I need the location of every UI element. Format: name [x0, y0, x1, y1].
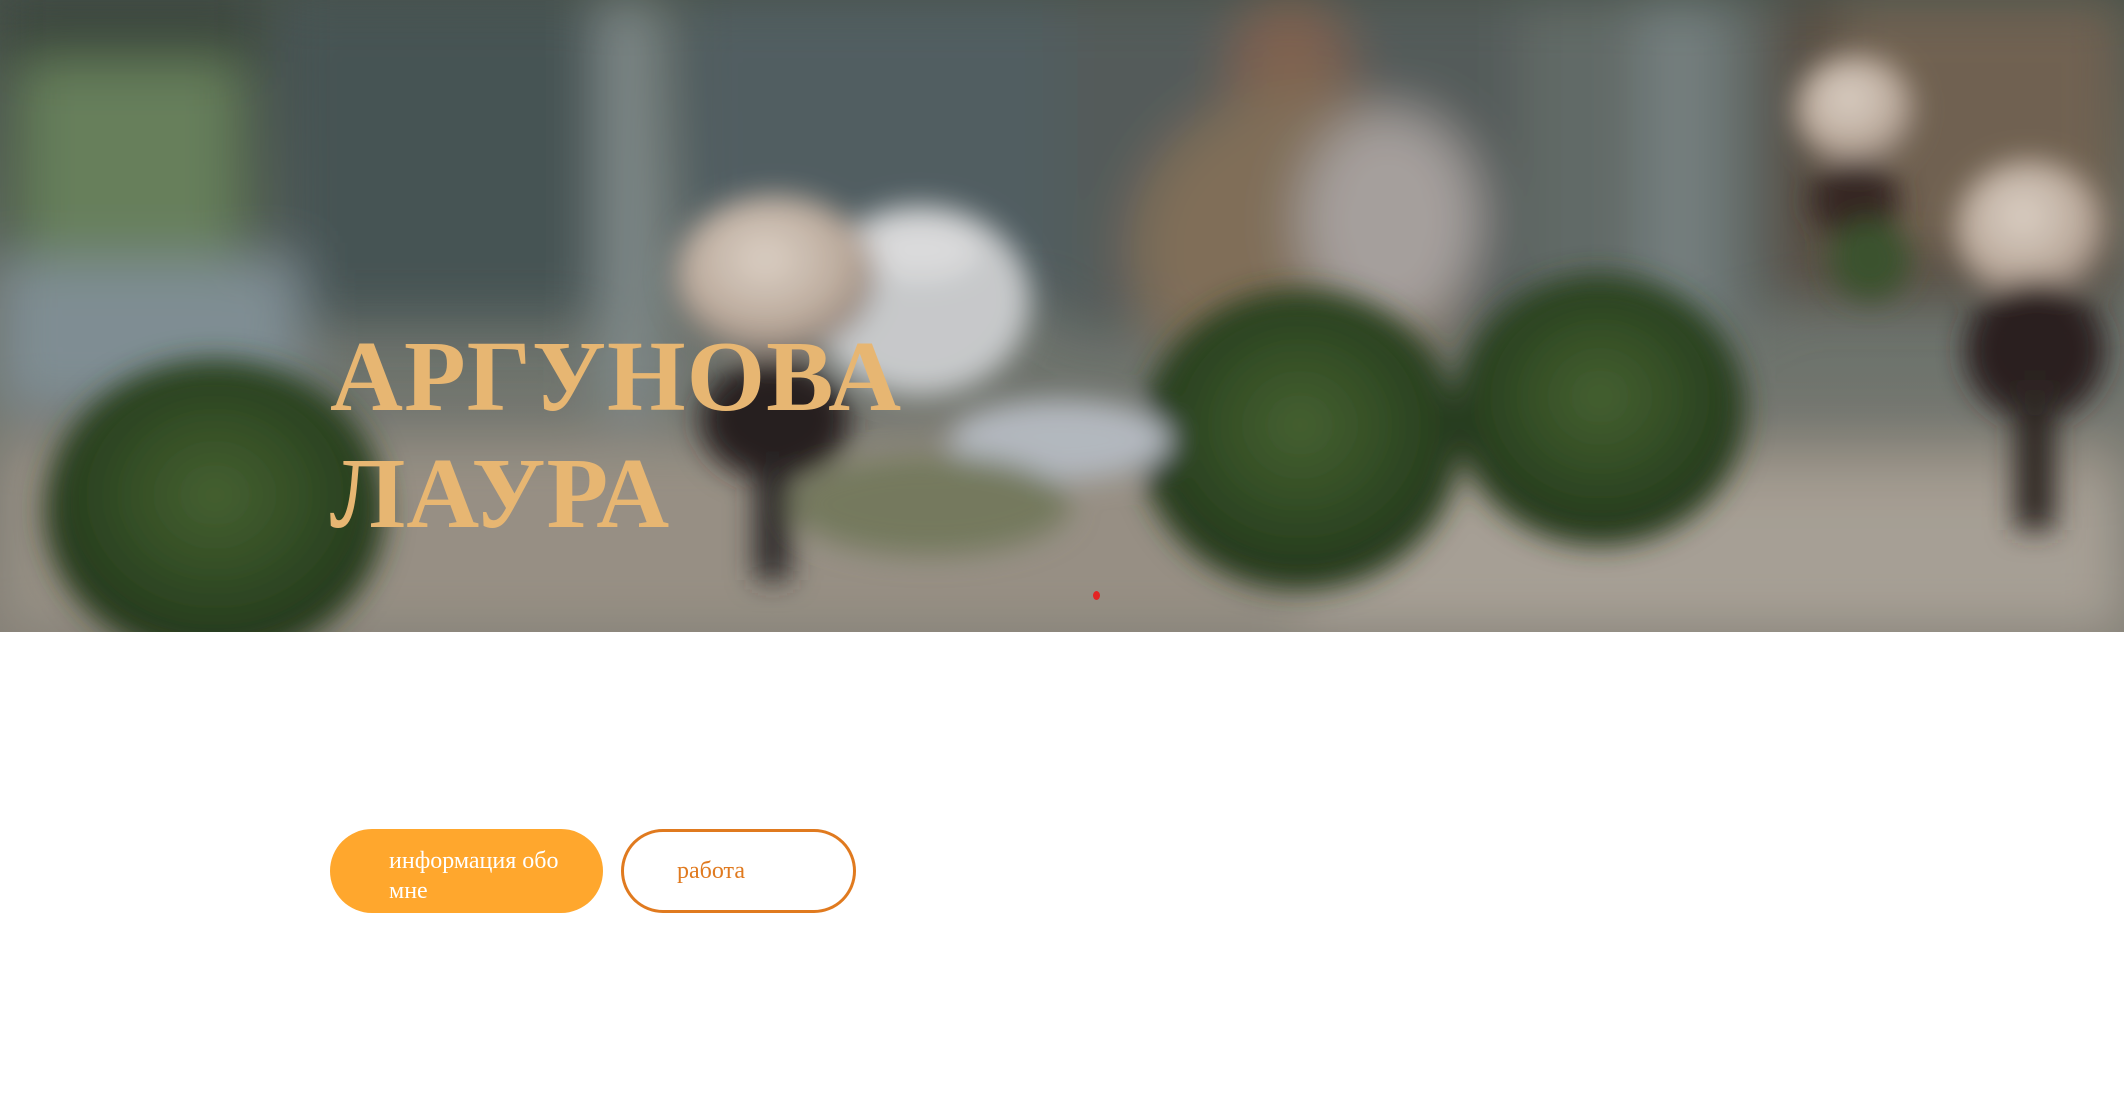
about-me-button[interactable]: информация обо мне: [330, 829, 603, 913]
page: АРГУНОВА ЛАУРА информация обо мне работа: [0, 0, 2124, 1095]
about-me-label-line-1: информация обо: [389, 848, 559, 874]
hero-name-line-1: АРГУНОВА: [330, 320, 903, 432]
nav-button-row: информация обо мне работа: [330, 829, 856, 913]
slider-indicator-dot[interactable]: [1093, 591, 1100, 600]
about-me-label-line-2: мне: [389, 878, 428, 904]
about-me-button-label: информация обо мне: [389, 846, 559, 906]
hero-banner: АРГУНОВА ЛАУРА: [0, 0, 2124, 632]
hero-background-image: [0, 0, 2124, 632]
work-button[interactable]: работа: [621, 829, 856, 913]
hero-name-line-2: ЛАУРА: [330, 437, 671, 549]
work-button-label: работа: [677, 858, 745, 884]
hero-name-title: АРГУНОВА ЛАУРА: [330, 318, 902, 552]
